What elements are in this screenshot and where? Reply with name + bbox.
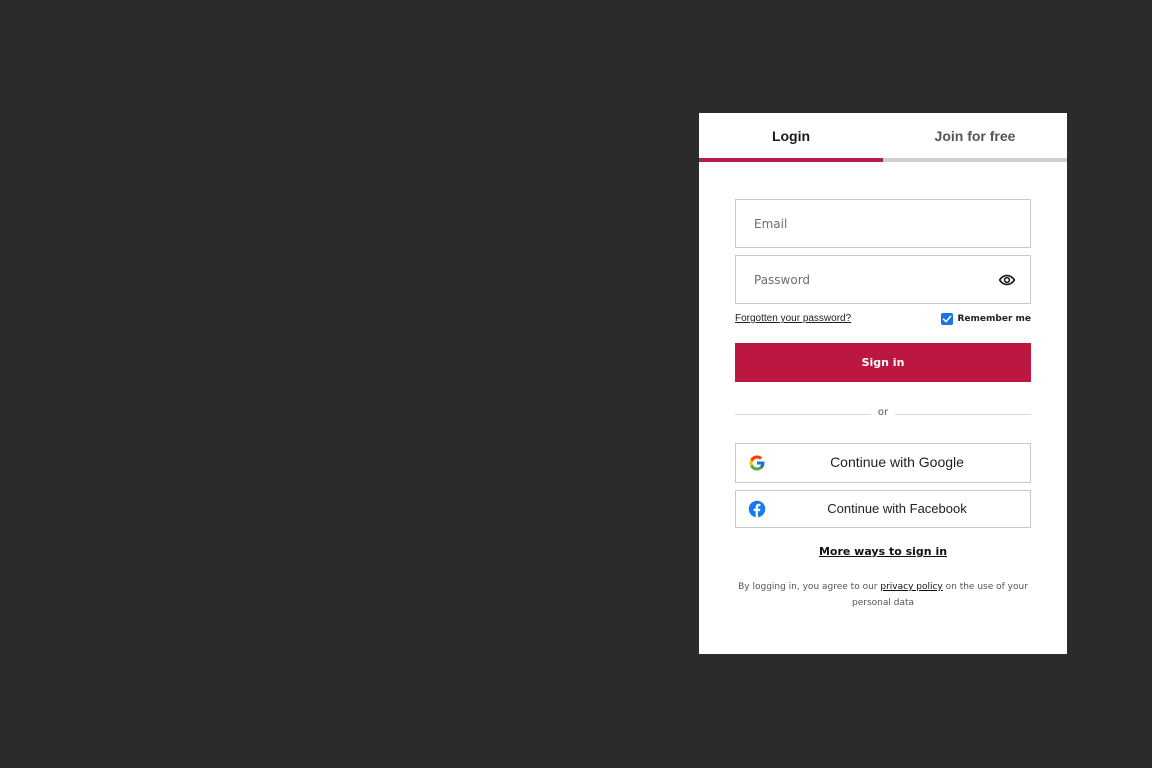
- remember-me-checkbox[interactable]: [940, 313, 953, 325]
- password-field-container: [735, 255, 1031, 304]
- privacy-policy-link[interactable]: privacy policy: [880, 582, 942, 592]
- or-text: or: [877, 407, 889, 418]
- tab-login-underline: [699, 158, 883, 162]
- tab-login-label: Login: [771, 128, 811, 144]
- tab-login[interactable]: Login: [699, 113, 883, 162]
- eye-icon[interactable]: [998, 271, 1016, 289]
- password-input[interactable]: [736, 256, 1030, 303]
- legal-prefix: By logging in, you agree to our: [738, 582, 878, 592]
- divider-line-right: [895, 414, 1031, 415]
- continue-with-google-button[interactable]: Continue with Google: [735, 443, 1031, 483]
- remember-me-label: Remember me: [957, 314, 1032, 324]
- google-button-label: Continue with Google: [830, 454, 964, 470]
- checkmark-icon: [942, 315, 951, 323]
- tab-join-underline: [883, 158, 1067, 162]
- tab-join[interactable]: Join for free: [883, 113, 1067, 162]
- sign-in-button[interactable]: Sign in: [735, 343, 1031, 382]
- facebook-button-label: Continue with Facebook: [827, 501, 967, 516]
- login-card: Login Join for free Forgotten your passw…: [699, 113, 1067, 654]
- remember-me[interactable]: Remember me: [940, 312, 1032, 326]
- auth-tabs: Login Join for free: [699, 113, 1067, 162]
- more-ways-to-sign-in-link[interactable]: More ways to sign in: [699, 545, 1067, 558]
- email-field-container: [735, 199, 1031, 248]
- tab-join-label: Join for free: [934, 128, 1016, 144]
- legal-notice: By logging in, you agree to our privacy …: [735, 579, 1031, 611]
- continue-with-facebook-button[interactable]: Continue with Facebook: [735, 490, 1031, 528]
- forgot-password-link[interactable]: Forgotten your password?: [735, 313, 851, 324]
- email-input[interactable]: [736, 200, 1030, 247]
- or-divider: or: [735, 406, 1031, 422]
